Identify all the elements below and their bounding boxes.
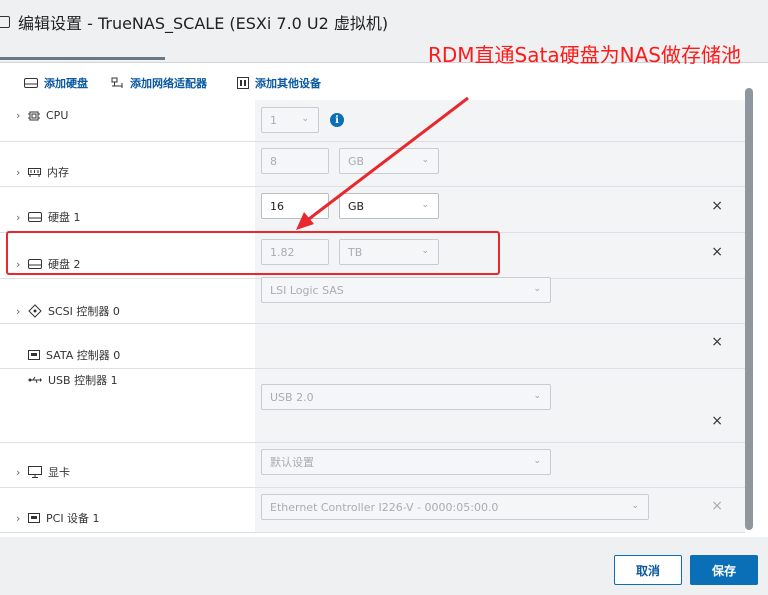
pci-device-icon [28, 513, 40, 523]
window-titlebar: 编辑设置 - TrueNAS_SCALE (ESXi 7.0 U2 虚拟机) [0, 0, 768, 44]
tab-virtual-hardware-indicator [0, 57, 165, 60]
video-settings-select[interactable]: 默认设置 ⌄ [261, 449, 551, 475]
row-scsi-controller: › SCSI 控制器 0 LSI Logic SAS ⌄ [0, 277, 745, 324]
cpu-toggle[interactable]: › CPU [16, 109, 68, 122]
add-other-device-label: 添加其他设备 [255, 77, 321, 90]
disk-1-unit-select[interactable]: GB ⌄ [339, 193, 439, 219]
scsi-label: SCSI 控制器 0 [48, 305, 120, 318]
row-cpu: › CPU 1 ⌄ i [0, 100, 745, 142]
annotation-highlight-box [6, 231, 500, 275]
hardware-list: › CPU 1 ⌄ i › 内存 8 GB ⌄ › 硬盘 1 16 GB ⌄ ×… [0, 100, 745, 533]
add-disk-button[interactable]: 添加硬盘 [24, 75, 88, 91]
chevron-right-icon: › [16, 304, 21, 318]
disk-icon [24, 78, 38, 88]
remove-disk-1-button[interactable]: × [711, 198, 723, 214]
scsi-controller-icon [28, 304, 42, 318]
window-title: 编辑设置 - TrueNAS_SCALE (ESXi 7.0 U2 虚拟机) [18, 14, 389, 33]
chevron-right-icon: › [16, 210, 21, 224]
add-disk-label: 添加硬盘 [44, 77, 88, 90]
scsi-type-value: LSI Logic SAS [270, 283, 344, 297]
cpu-count-value: 1 [270, 113, 277, 127]
disk-1-toggle[interactable]: › 硬盘 1 [16, 209, 81, 225]
add-nic-button[interactable]: 添加网络适配器 [110, 75, 207, 91]
remove-usb-controller-button[interactable]: × [711, 413, 723, 429]
dropdown-arrow-icon: ⌄ [533, 391, 541, 401]
chevron-right-icon: › [16, 511, 21, 525]
scsi-type-select[interactable]: LSI Logic SAS ⌄ [261, 277, 551, 303]
dropdown-arrow-icon: ⌄ [301, 114, 309, 124]
row-disk-1: › 硬盘 1 16 GB ⌄ × [0, 187, 745, 233]
memory-icon [28, 168, 41, 177]
save-button[interactable]: 保存 [690, 555, 758, 585]
scsi-toggle[interactable]: › SCSI 控制器 0 [16, 303, 120, 319]
remove-sata-controller-button[interactable]: × [711, 334, 723, 350]
pci-device-select[interactable]: Ethernet Controller I226-V - 0000:05:00.… [261, 494, 649, 520]
cpu-icon [28, 111, 40, 120]
memory-unit-value: GB [348, 154, 365, 168]
pci-toggle[interactable]: › PCI 设备 1 [16, 510, 100, 526]
remove-pci-device-button[interactable]: × [711, 498, 723, 514]
dropdown-arrow-icon: ⌄ [533, 284, 541, 294]
other-device-icon [237, 77, 249, 89]
hardware-toolbar: 添加硬盘 添加网络适配器 添加其他设备 [0, 64, 740, 102]
disk-1-size-value: 16 [270, 199, 284, 213]
chevron-right-icon: › [16, 165, 21, 179]
cancel-button[interactable]: 取消 [614, 555, 682, 585]
row-video-card: › 显卡 默认设置 ⌄ [0, 443, 745, 488]
usb-type-value: USB 2.0 [270, 390, 314, 404]
video-label: 显卡 [48, 466, 70, 479]
usb-label: USB 控制器 1 [48, 374, 118, 387]
memory-size-value: 8 [270, 154, 277, 168]
add-other-device-button[interactable]: 添加其他设备 [237, 75, 321, 91]
video-settings-value: 默认设置 [270, 456, 314, 469]
memory-label: 内存 [47, 166, 69, 179]
pci-device-value: Ethernet Controller I226-V - 0000:05:00.… [270, 500, 499, 514]
disk-1-label: 硬盘 1 [48, 211, 81, 224]
memory-size-input[interactable]: 8 [261, 148, 329, 174]
memory-toggle[interactable]: › 内存 [16, 164, 69, 180]
sata-row-label: SATA 控制器 0 [28, 347, 120, 363]
vm-edit-icon [0, 16, 10, 28]
add-nic-label: 添加网络适配器 [130, 77, 207, 90]
annotation-text: RDM直通Sata硬盘为NAS做存储池 [428, 43, 741, 67]
dropdown-arrow-icon: ⌄ [421, 200, 429, 210]
disk-1-size-input[interactable]: 16 [261, 193, 329, 219]
video-toggle[interactable]: › 显卡 [16, 464, 70, 480]
remove-disk-2-button[interactable]: × [711, 244, 723, 260]
cpu-count-select[interactable]: 1 ⌄ [261, 107, 319, 133]
usb-type-select[interactable]: USB 2.0 ⌄ [261, 384, 551, 410]
monitor-icon [28, 466, 42, 478]
scrollbar-thumb[interactable] [745, 88, 753, 530]
usb-icon [28, 376, 42, 384]
disk-icon [28, 212, 42, 222]
dropdown-arrow-icon: ⌄ [533, 456, 541, 466]
network-adapter-icon [111, 77, 123, 88]
cpu-label: CPU [46, 109, 69, 122]
sata-controller-icon [28, 350, 40, 360]
pci-label: PCI 设备 1 [46, 512, 100, 525]
dropdown-arrow-icon: ⌄ [421, 155, 429, 165]
chevron-right-icon: › [16, 109, 21, 122]
usb-row-label: USB 控制器 1 [28, 372, 118, 388]
row-sata-controller: SATA 控制器 0 × [0, 324, 745, 369]
info-icon[interactable]: i [330, 113, 344, 127]
row-pci-device: › PCI 设备 1 Ethernet Controller I226-V - … [0, 488, 745, 533]
row-memory: › 内存 8 GB ⌄ [0, 142, 745, 187]
disk-1-unit-value: GB [348, 199, 365, 213]
row-usb-controller: USB 控制器 1 USB 2.0 ⌄ × [0, 369, 745, 443]
chevron-right-icon: › [16, 465, 21, 479]
dropdown-arrow-icon: ⌄ [631, 501, 639, 511]
sata-label: SATA 控制器 0 [46, 349, 121, 362]
memory-unit-select[interactable]: GB ⌄ [339, 148, 439, 174]
